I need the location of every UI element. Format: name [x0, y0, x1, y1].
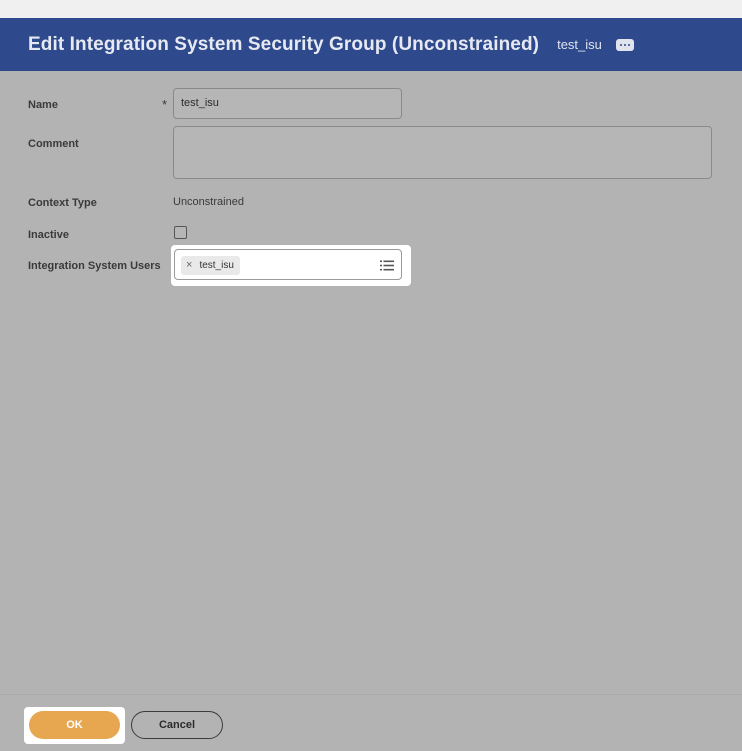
list-icon[interactable]: [380, 260, 394, 271]
cancel-button[interactable]: Cancel: [131, 711, 223, 739]
name-input[interactable]: test_isu: [173, 88, 402, 119]
title-bar: Edit Integration System Security Group (…: [0, 18, 742, 71]
ok-button[interactable]: OK: [29, 711, 120, 739]
page-header: Edit Integration System Security Group (…: [0, 0, 742, 71]
ellipsis-icon[interactable]: [615, 38, 634, 51]
inactive-label: Inactive: [28, 229, 69, 241]
context-type-label: Context Type: [28, 197, 97, 209]
close-icon[interactable]: ×: [186, 260, 192, 271]
comment-label: Comment: [28, 138, 79, 150]
required-marker: *: [162, 97, 168, 112]
context-type-value: Unconstrained: [173, 196, 244, 208]
inactive-checkbox[interactable]: [174, 226, 187, 239]
comment-textarea[interactable]: [173, 126, 712, 179]
page-title: Edit Integration System Security Group (…: [28, 33, 540, 55]
integration-system-users-field[interactable]: × test_isu: [174, 249, 402, 280]
integration-system-users-label: Integration System Users: [28, 260, 161, 272]
selected-item-label: test_isu: [199, 260, 234, 271]
object-name: test_isu: [557, 37, 602, 52]
name-label: Name: [28, 99, 58, 111]
selected-item-pill: × test_isu: [181, 256, 240, 275]
